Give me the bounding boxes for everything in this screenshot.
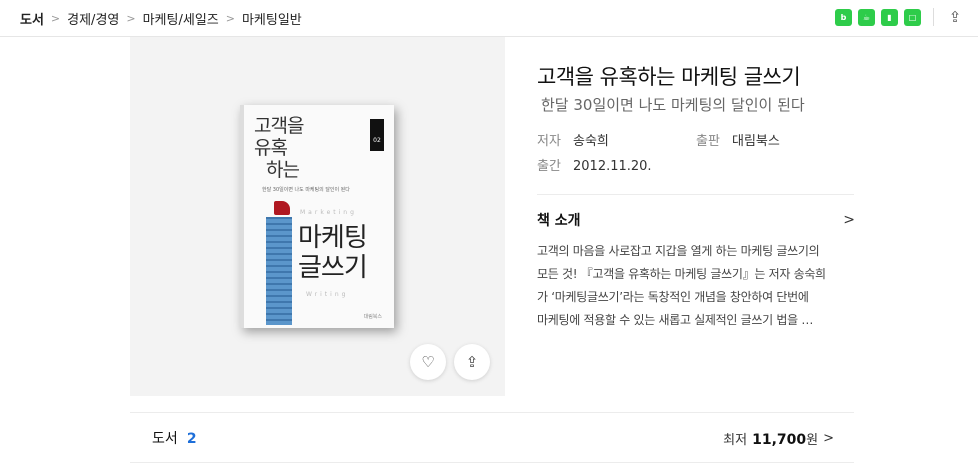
price-value: 11,700 (752, 431, 807, 448)
heart-icon: ♡ (421, 353, 435, 371)
red-shoe-illustration (274, 201, 290, 215)
intro-line: 모든 것! 『고객을 유혹하는 마케팅 글쓰기』는 저자 송숙희 (537, 267, 826, 281)
toolbar: b ☕ ▮ □ ⇪ (835, 8, 964, 26)
blue-block-illustration (266, 217, 292, 325)
chevron-right-icon: > (823, 430, 834, 446)
breadcrumb: 도서 > 경제/경영 > 마케팅/세일즈 > 마케팅일반 (0, 9, 302, 28)
chevron-right-icon[interactable]: > (843, 212, 855, 228)
bottom-divider (130, 412, 854, 413)
cover-english-marketing: Marketing (300, 209, 357, 216)
chevron-right-icon: > (225, 11, 235, 25)
author-label: 저자 (537, 134, 561, 149)
books-label: 도서 (152, 431, 178, 447)
chevron-right-icon: > (126, 11, 136, 25)
memo-icon[interactable]: □ (904, 8, 921, 26)
books-summary-row[interactable]: 도서 2 최저 11,700원 > (130, 420, 854, 456)
book-subtitle: 한달 30일이면 나도 마케팅의 달인이 된다 (541, 96, 805, 114)
cover-english-writing: Writing (306, 291, 349, 298)
cover-main-title: 마케팅 글쓰기 (298, 223, 368, 283)
book-cover-panel: 고객을 유혹 하는 한달 30일이면 나도 마케팅의 달인이 된다 02 Mar… (130, 37, 505, 396)
breadcrumb-item-books[interactable]: 도서 (20, 9, 44, 28)
blog-icon[interactable]: b (835, 8, 852, 26)
breadcrumb-item-economy[interactable]: 경제/경영 (67, 9, 119, 28)
cover-subtitle: 한달 30일이면 나도 마케팅의 달인이 된다 (262, 187, 350, 193)
breadcrumb-item-marketing-general[interactable]: 마케팅일반 (242, 9, 302, 28)
cover-series-badge: 02 (370, 119, 384, 151)
lowest-price[interactable]: 최저 11,700원 > (723, 429, 834, 448)
section-divider (537, 194, 854, 195)
share-icon[interactable]: ⇪ (946, 8, 964, 26)
chevron-right-icon: > (50, 11, 61, 25)
book-meta: 저자 송숙희 출판 대림북스 출간 2012.11.20. (537, 129, 855, 179)
intro-line: 마케팅에 적용할 수 있는 새롭고 실제적인 글쓰기 법을 … (537, 313, 814, 327)
share-button[interactable]: ⇪ (454, 344, 490, 380)
intro-line: 고객의 마음을 사로잡고 지갑을 열게 하는 마케팅 글쓰기의 (537, 244, 820, 258)
date-label: 출간 (537, 159, 561, 174)
publisher-label: 출판 (696, 134, 720, 149)
author-value[interactable]: 송숙희 (573, 129, 609, 154)
cover-title-top: 고객을 유혹 하는 (254, 115, 304, 181)
book-title: 고객을 유혹하는 마케팅 글쓰기 (537, 65, 801, 89)
intro-header[interactable]: 책 소개 > (537, 210, 855, 230)
like-button[interactable]: ♡ (410, 344, 446, 380)
intro-text: 고객의 마음을 사로잡고 지갑을 열게 하는 마케팅 글쓰기의 모든 것! 『고… (537, 240, 857, 332)
publisher-value[interactable]: 대림북스 (732, 129, 780, 154)
cover-publisher: 대림북스 (363, 314, 382, 320)
cafe-icon[interactable]: ☕ (858, 8, 875, 26)
breadcrumb-item-marketing-sales[interactable]: 마케팅/세일즈 (143, 9, 219, 28)
bookmark-icon[interactable]: ▮ (881, 8, 898, 26)
book-cover-image[interactable]: 고객을 유혹 하는 한달 30일이면 나도 마케팅의 달인이 된다 02 Mar… (240, 105, 394, 328)
last-divider (130, 462, 854, 463)
price-prefix: 최저 (723, 432, 748, 448)
toolbar-divider (933, 8, 934, 26)
books-count: 2 (186, 431, 197, 447)
book-info: 고객을 유혹하는 마케팅 글쓰기 한달 30일이면 나도 마케팅의 달인이 된다… (537, 62, 855, 179)
share-icon: ⇪ (465, 353, 479, 371)
intro-line: 가 ‘마케팅글쓰기’라는 독창적인 개념을 창안하여 단번에 (537, 290, 809, 304)
intro-title: 책 소개 (537, 213, 581, 229)
top-bar: 도서 > 경제/경영 > 마케팅/세일즈 > 마케팅일반 b ☕ ▮ □ ⇪ (0, 0, 978, 37)
date-value: 2012.11.20. (573, 159, 652, 174)
price-suffix: 원 (806, 432, 819, 448)
